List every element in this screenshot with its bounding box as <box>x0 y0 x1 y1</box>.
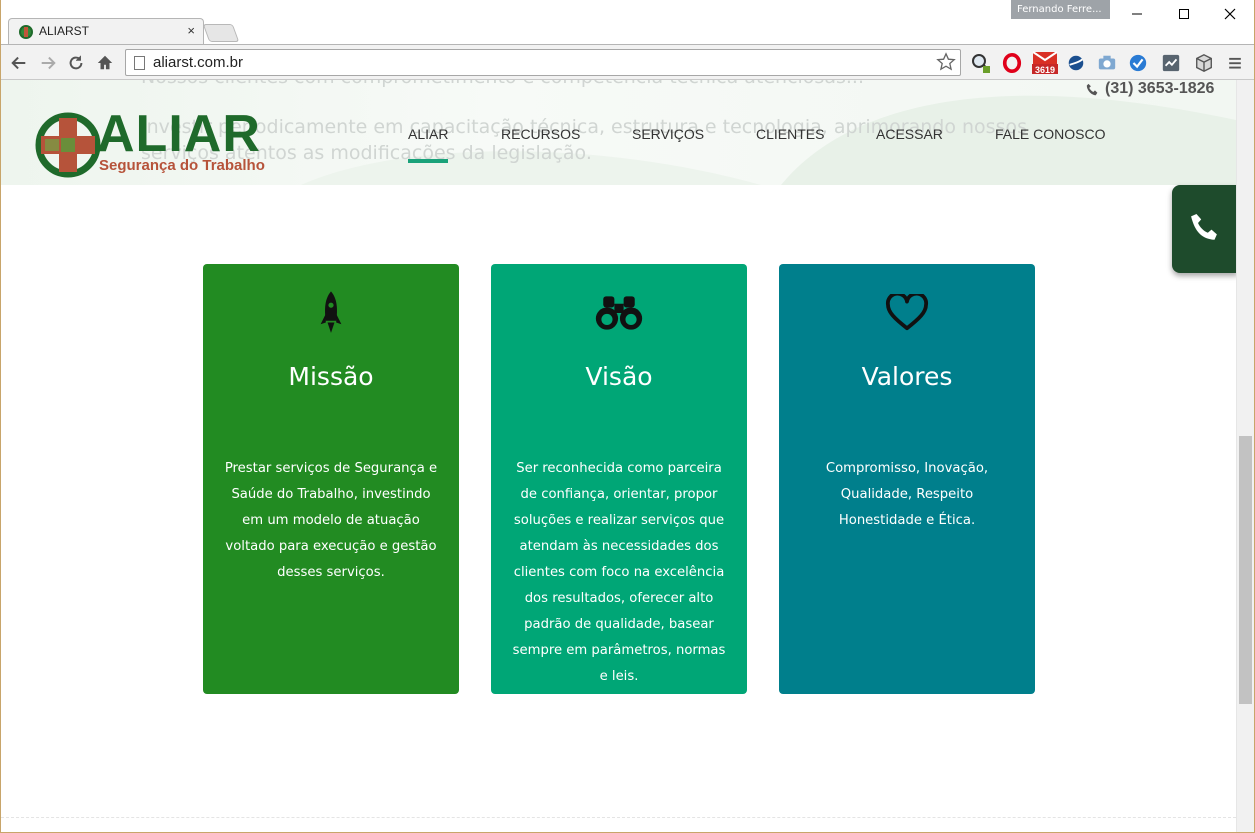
camera-icon <box>1098 55 1116 70</box>
reload-icon <box>69 55 83 70</box>
header-phone[interactable]: (31) 3653-1826 <box>1086 80 1214 98</box>
card-text: Compromisso, Inovação, Qualidade, Respei… <box>825 461 989 528</box>
extension-chart[interactable] <box>1160 52 1182 74</box>
magnifier-icon <box>972 54 991 73</box>
site-header: Nossos clientes com comprometimento e co… <box>1 80 1236 185</box>
card-valores: Valores Compromisso, Inovação, Qualidade… <box>779 264 1035 694</box>
globe-icon <box>1068 55 1084 71</box>
extension-opera[interactable] <box>1001 52 1023 74</box>
binoculars-icon <box>595 296 643 330</box>
browser-tab[interactable]: ALIARST × <box>8 18 204 44</box>
logo-wordmark: ALIAR <box>97 105 261 163</box>
ghost-line-0: Nossos clientes com comprometimento e co… <box>141 80 864 88</box>
logo-cross-icon <box>35 112 101 178</box>
page-viewport: Nossos clientes com comprometimento e co… <box>1 80 1236 832</box>
card-text: Prestar serviços de Segurança e Saúde do… <box>224 461 438 580</box>
forward-button[interactable] <box>38 53 58 73</box>
extension-cube[interactable] <box>1193 52 1215 74</box>
minimize-icon <box>1132 13 1142 15</box>
card-title: Visão <box>585 362 653 391</box>
nav-item-acessar[interactable]: ACESSAR <box>876 126 943 142</box>
nav-item-fale-conosco[interactable]: FALE CONOSCO <box>995 126 1105 142</box>
hamburger-menu-icon <box>1229 57 1241 69</box>
section-divider <box>1 817 1236 818</box>
floating-call-button[interactable] <box>1172 185 1236 273</box>
arrow-right-icon <box>41 56 56 70</box>
reload-button[interactable] <box>66 53 86 73</box>
trend-icon <box>1162 54 1180 72</box>
opera-icon <box>1002 53 1022 73</box>
extension-check[interactable] <box>1127 52 1149 74</box>
close-icon <box>1224 8 1236 20</box>
bookmark-star-icon[interactable] <box>936 52 956 72</box>
card-title: Valores <box>861 362 953 391</box>
profile-button[interactable]: Fernando Ferre... <box>1011 0 1110 19</box>
extension-search[interactable] <box>970 52 992 74</box>
page-icon <box>134 56 145 70</box>
page-scrollbar[interactable] <box>1236 80 1254 832</box>
nav-item-servicos[interactable]: SERVIÇOS <box>632 126 704 142</box>
check-circle-icon <box>1129 54 1147 72</box>
home-button[interactable] <box>95 53 115 73</box>
back-button[interactable] <box>9 53 29 73</box>
card-title: Missão <box>288 362 374 391</box>
minimize-button[interactable] <box>1114 0 1160 28</box>
gmail-badge: 3619 <box>1035 65 1056 75</box>
logo-subtitle: Segurança do Trabalho <box>99 157 265 174</box>
extension-globe[interactable] <box>1065 52 1087 74</box>
maximize-button[interactable] <box>1161 0 1207 28</box>
home-icon <box>97 55 113 70</box>
address-bar[interactable]: aliarst.com.br <box>125 49 961 76</box>
card-icon-wrap <box>779 286 1035 340</box>
close-window-button[interactable] <box>1207 0 1253 28</box>
tab-title: ALIARST <box>39 24 90 38</box>
card-text: Ser reconhecida como parceira de confian… <box>512 461 726 684</box>
nav-item-recursos[interactable]: RECURSOS <box>501 126 580 142</box>
cube-icon <box>1196 54 1212 72</box>
browser-titlebar: ALIARST × Fernando Ferre... <box>0 0 1255 44</box>
active-nav-indicator <box>408 159 448 163</box>
card-icon-wrap <box>203 286 459 340</box>
browser-menu-button[interactable] <box>1224 52 1246 74</box>
card-icon-wrap <box>491 286 747 340</box>
scrollbar-thumb[interactable] <box>1239 436 1252 704</box>
phone-handset-icon <box>1191 213 1217 240</box>
nav-item-clientes[interactable]: CLIENTES <box>756 126 824 142</box>
heart-icon <box>885 294 929 331</box>
url-text: aliarst.com.br <box>153 54 244 71</box>
new-tab-button[interactable] <box>202 24 240 42</box>
arrow-left-icon <box>11 56 26 70</box>
extension-camera[interactable] <box>1096 52 1118 74</box>
rocket-icon <box>320 291 342 333</box>
card-missao: Missão Prestar serviços de Segurança e S… <box>203 264 459 694</box>
extension-gmail[interactable]: 3619 <box>1031 51 1059 75</box>
maximize-icon <box>1179 9 1189 19</box>
site-logo[interactable]: ALIAR Segurança do Trabalho <box>35 105 265 180</box>
browser-toolbar: aliarst.com.br 3619 <box>0 44 1255 80</box>
phone-number-text: (31) 3653-1826 <box>1105 80 1215 97</box>
site-favicon-icon <box>19 25 33 39</box>
nav-item-aliar[interactable]: ALIAR <box>408 126 448 142</box>
phone-icon <box>1086 83 1098 95</box>
tab-close-icon[interactable]: × <box>187 23 195 38</box>
card-visao: Visão Ser reconhecida como parceira de c… <box>491 264 747 694</box>
